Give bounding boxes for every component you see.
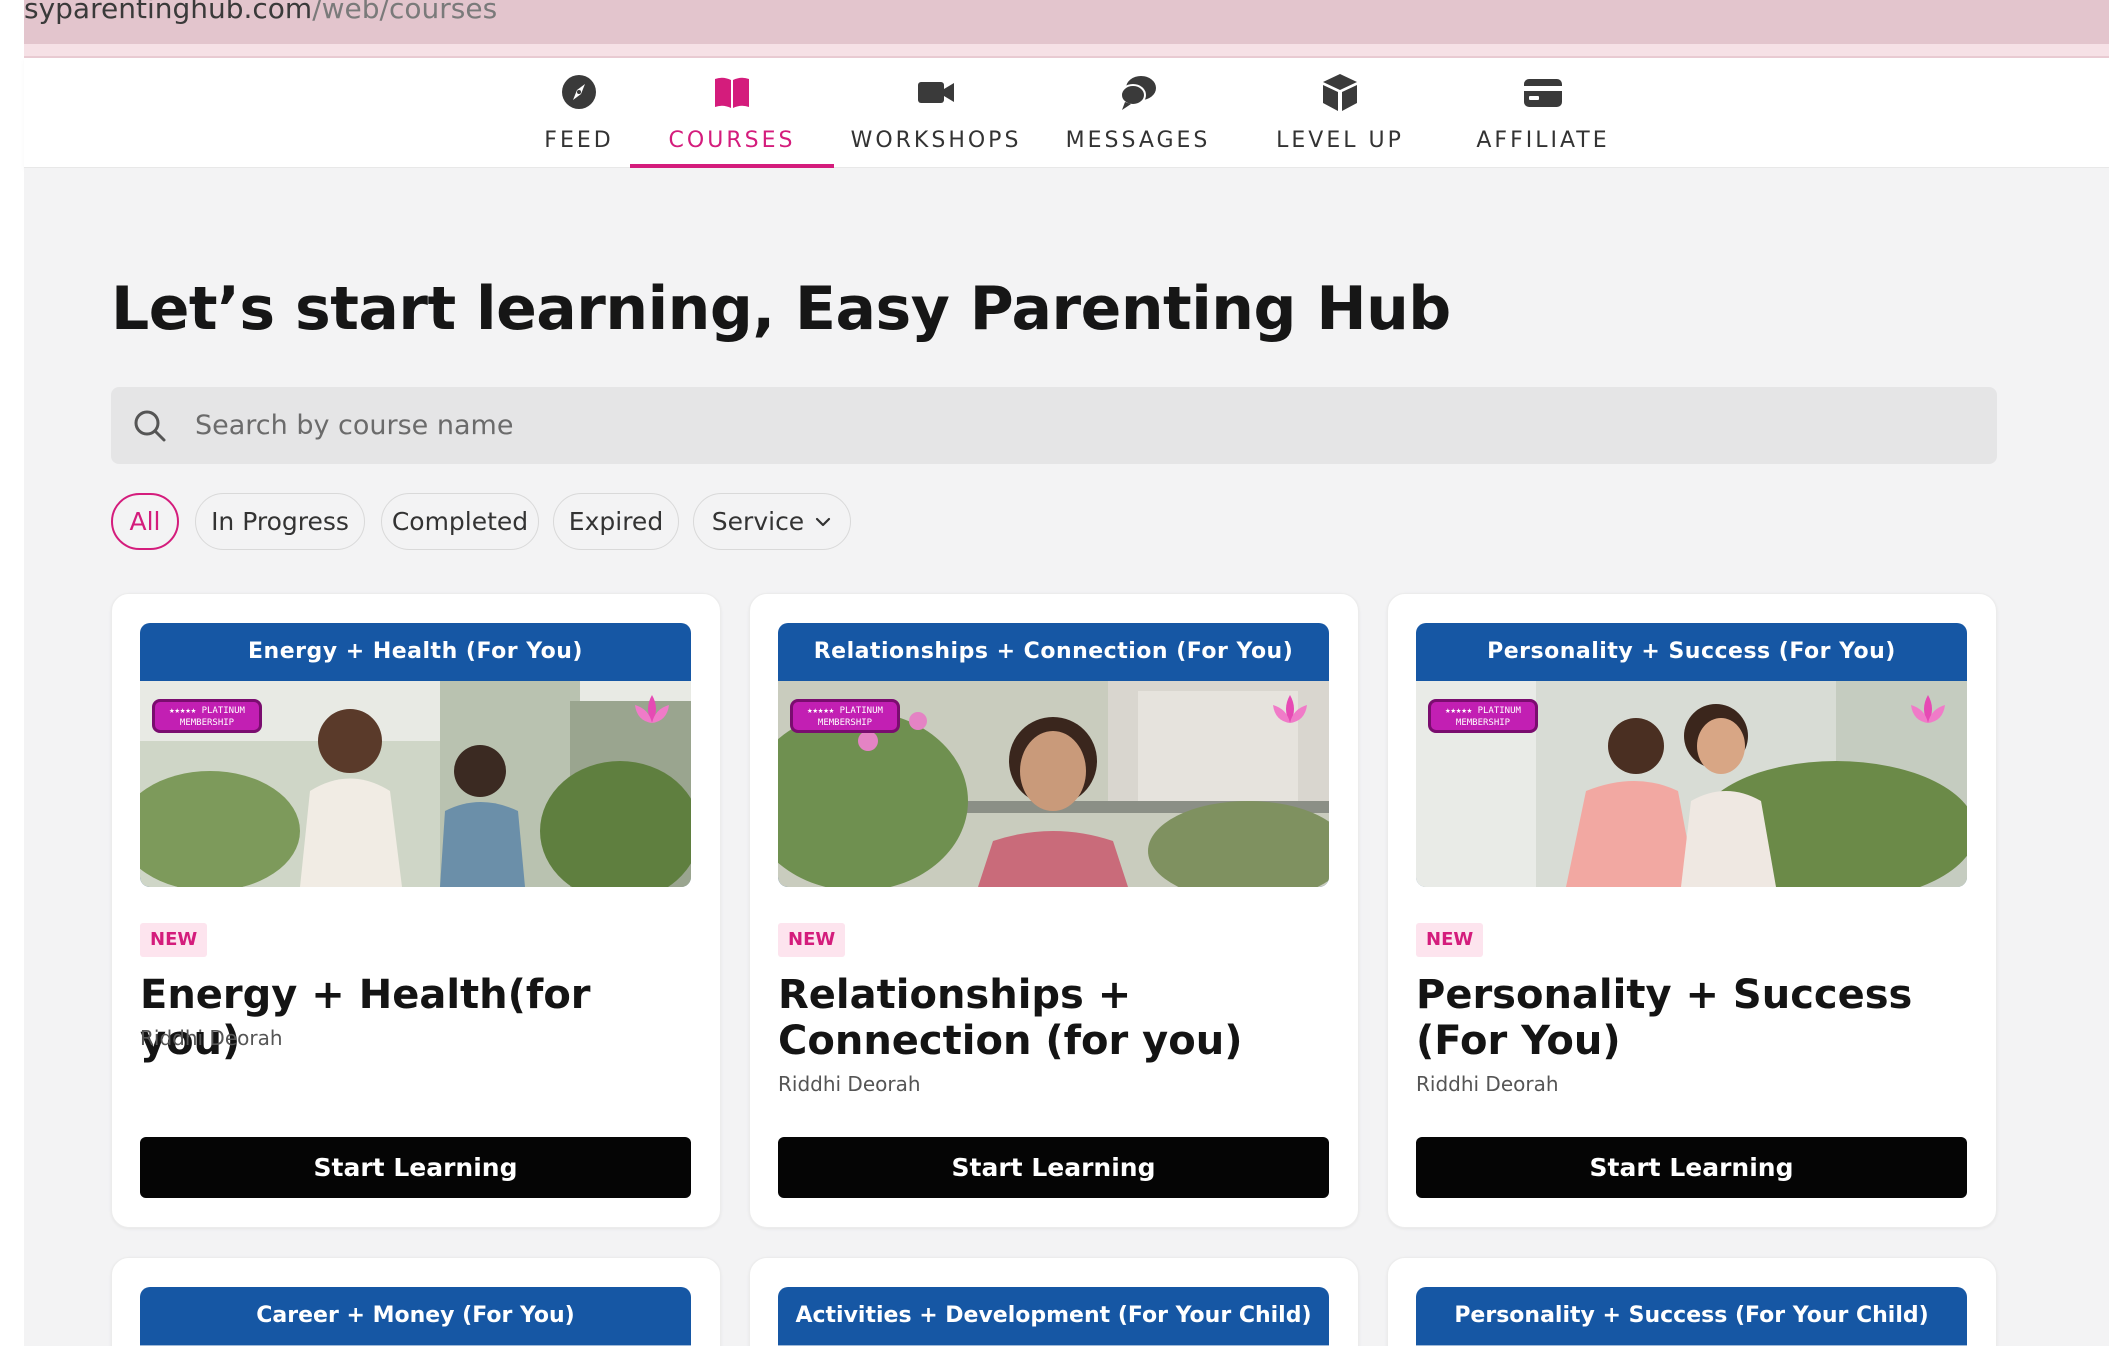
course-banner[interactable]: Activities + Development (For Your Child… — [778, 1287, 1329, 1346]
banner-title: Career + Money (For You) — [256, 1303, 575, 1328]
banner-title: Personality + Success (For You) — [1487, 639, 1896, 664]
chip-label: Completed — [391, 507, 529, 536]
nav-courses[interactable]: COURSES — [630, 58, 834, 168]
nav-label: WORKSHOPS — [850, 128, 1022, 153]
search-bar[interactable] — [111, 387, 1997, 464]
nav-level-up[interactable]: LEVEL UP — [1238, 58, 1442, 168]
lotus-logo-icon — [1273, 695, 1307, 723]
banner-title: Relationships + Connection (For You) — [813, 639, 1294, 664]
book-icon — [715, 77, 749, 108]
course-card[interactable]: Energy + Health (For You) ★★★★★ PLATINUM… — [111, 593, 721, 1228]
tab-strip-edge — [24, 44, 2109, 58]
course-author: Riddhi Deorah — [778, 1072, 921, 1096]
nav-messages[interactable]: MESSAGES — [1036, 58, 1240, 168]
course-banner[interactable]: Personality + Success (For Your Child) — [1416, 1287, 1967, 1346]
banner-title: Personality + Success (For Your Child) — [1454, 1303, 1929, 1328]
filter-all[interactable]: All — [111, 493, 179, 550]
cube-icon — [1323, 74, 1357, 111]
nav-label: MESSAGES — [1065, 128, 1211, 153]
banner-title: Activities + Development (For Your Child… — [795, 1303, 1312, 1328]
start-learning-button[interactable]: Start Learning — [1416, 1137, 1967, 1198]
course-author: Riddhi Deorah — [140, 1026, 283, 1050]
course-title[interactable]: Personality + Success (For You) — [1416, 972, 1976, 1064]
course-card[interactable]: Personality + Success (For Your Child) — [1387, 1257, 1997, 1346]
course-banner[interactable]: Relationships + Connection (For You) ★★★… — [778, 623, 1329, 887]
nav-affiliate[interactable]: AFFILIATE — [1441, 58, 1645, 168]
filter-expired[interactable]: Expired — [553, 493, 679, 550]
browser-address-bar[interactable]: syparentinghub.com/web/courses — [24, 0, 2109, 58]
chip-label: All — [129, 507, 161, 536]
nav-label: AFFILIATE — [1476, 128, 1610, 153]
new-badge: NEW — [140, 923, 208, 957]
course-title[interactable]: Energy + Health(for you) — [140, 972, 700, 1064]
lotus-logo-icon — [1911, 695, 1945, 723]
course-author: Riddhi Deorah — [1416, 1072, 1559, 1096]
platinum-membership-badge: ★★★★★ PLATINUM MEMBERSHIP — [1428, 699, 1538, 733]
platinum-membership-badge: ★★★★★ PLATINUM MEMBERSHIP — [790, 699, 900, 733]
search-icon — [134, 410, 166, 442]
chevron-down-icon — [816, 517, 831, 526]
chip-label: Expired — [568, 507, 664, 536]
search-input[interactable] — [195, 387, 1975, 464]
course-card[interactable]: Relationships + Connection (For You) ★★★… — [749, 593, 1359, 1228]
course-banner[interactable]: Personality + Success (For You) ★★★★★ PL… — [1416, 623, 1967, 887]
new-badge: NEW — [778, 923, 846, 957]
wallet-icon — [1524, 79, 1562, 107]
filter-in-progress[interactable]: In Progress — [195, 493, 365, 550]
start-learning-button[interactable]: Start Learning — [778, 1137, 1329, 1198]
compass-icon — [562, 75, 596, 109]
chip-label: Service — [711, 507, 805, 536]
chip-label: In Progress — [211, 507, 349, 536]
course-banner[interactable]: Career + Money (For You) — [140, 1287, 691, 1346]
lotus-logo-icon — [635, 695, 669, 723]
course-title[interactable]: Relationships + Connection (for you) — [778, 972, 1338, 1064]
top-nav: FEED COURSES WORKSHOPS MESSAGES LEVEL UP — [24, 58, 2109, 168]
page-title: Let’s start learning, Easy Parenting Hub — [111, 274, 1451, 344]
nav-label: COURSES — [668, 128, 796, 153]
new-badge: NEW — [1416, 923, 1484, 957]
course-banner[interactable]: Energy + Health (For You) ★★★★★ PLATINUM… — [140, 623, 691, 887]
platinum-membership-badge: ★★★★★ PLATINUM MEMBERSHIP — [152, 699, 262, 733]
filter-service-dropdown[interactable]: Service — [693, 493, 851, 550]
course-card[interactable]: Personality + Success (For You) ★★★★★ PL… — [1387, 593, 1997, 1228]
chat-bubbles-icon — [1120, 76, 1156, 110]
address-url: syparentinghub.com/web/courses — [24, 0, 498, 25]
course-card[interactable]: Career + Money (For You) — [111, 1257, 721, 1346]
nav-workshops[interactable]: WORKSHOPS — [834, 58, 1038, 168]
filter-completed[interactable]: Completed — [381, 493, 539, 550]
start-learning-button[interactable]: Start Learning — [140, 1137, 691, 1198]
course-card[interactable]: Activities + Development (For Your Child… — [749, 1257, 1359, 1346]
nav-label: LEVEL UP — [1276, 128, 1404, 153]
video-camera-icon — [918, 82, 954, 103]
banner-title: Energy + Health (For You) — [248, 639, 583, 664]
